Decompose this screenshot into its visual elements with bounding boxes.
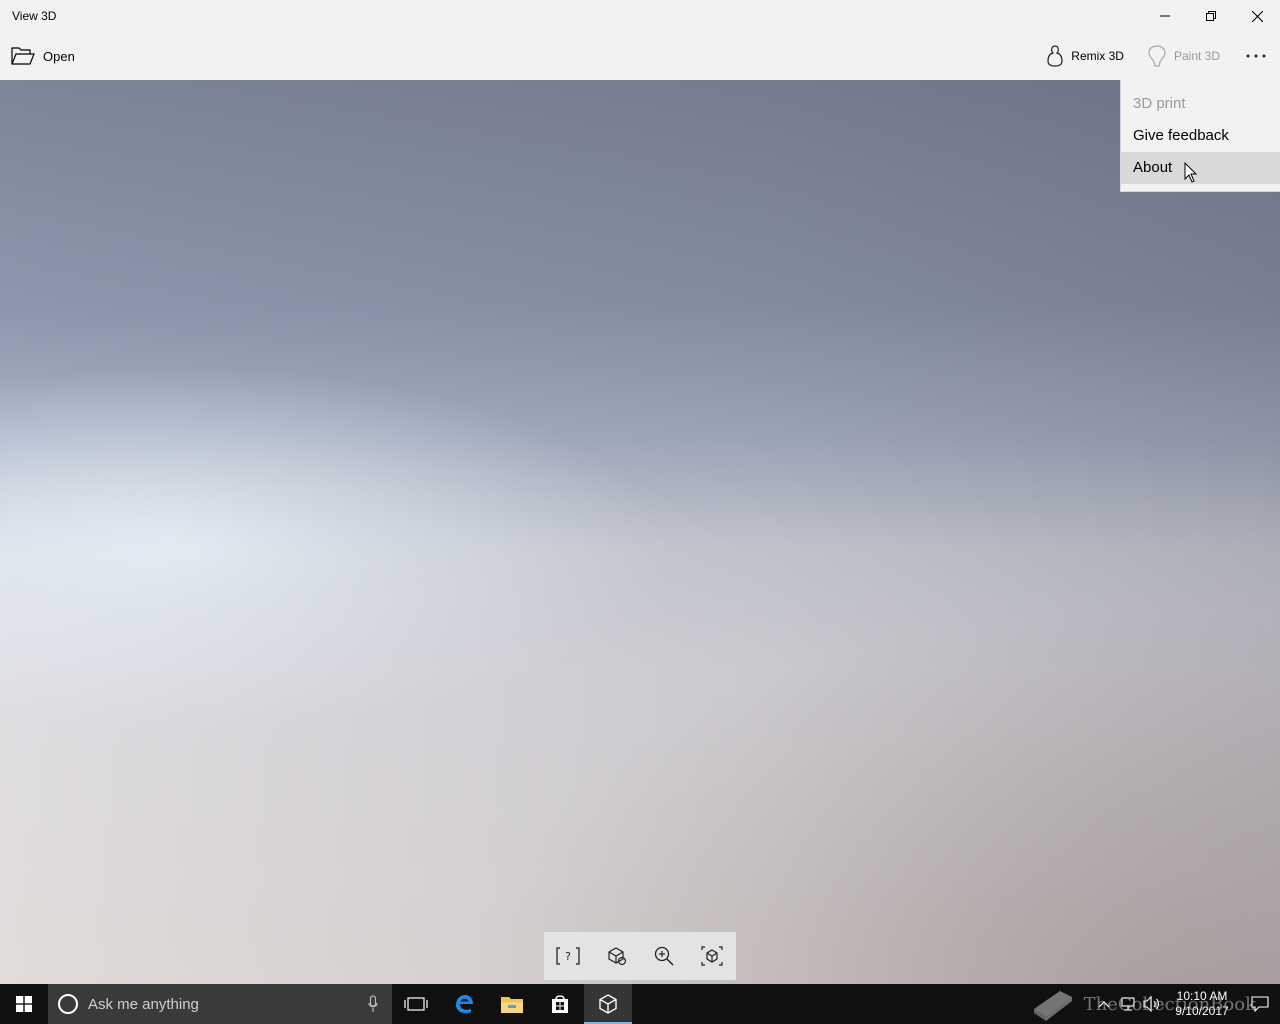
restore-icon	[1206, 11, 1216, 21]
volume-icon	[1143, 996, 1159, 1012]
clock-time: 10:10 AM	[1176, 989, 1228, 1003]
taskbar: Ask me anything 10:10 AM 9/10/2017	[0, 984, 1280, 1024]
view3d-taskbar-button[interactable]	[584, 984, 632, 1024]
menu-item-about[interactable]: About	[1121, 152, 1280, 184]
remix3d-icon	[1047, 45, 1063, 67]
svg-text:?: ?	[565, 950, 571, 963]
reset-view-button[interactable]	[692, 936, 732, 976]
more-button[interactable]	[1232, 32, 1280, 80]
viewport-toolbar: ?	[544, 932, 736, 980]
edge-button[interactable]	[440, 984, 488, 1024]
menu-item-3d-print[interactable]: 3D print	[1121, 88, 1280, 120]
microphone-icon[interactable]	[368, 995, 378, 1013]
zoom-icon	[654, 946, 674, 966]
mixed-reality-icon: ?	[556, 947, 580, 965]
minimize-icon	[1160, 15, 1170, 17]
folder-open-icon	[11, 47, 35, 65]
3d-viewport[interactable]: ?	[0, 80, 1280, 984]
network-button[interactable]	[1116, 984, 1140, 1024]
mixed-reality-button[interactable]: ?	[548, 936, 588, 976]
remix3d-label: Remix 3D	[1071, 49, 1124, 63]
open-label: Open	[43, 48, 75, 64]
command-bar-right: Remix 3D Paint 3D	[1035, 32, 1280, 80]
environment-button[interactable]	[596, 936, 636, 976]
store-button[interactable]	[536, 984, 584, 1024]
more-icon	[1246, 54, 1266, 58]
network-icon	[1121, 997, 1135, 1011]
store-icon	[552, 995, 568, 1013]
chevron-up-icon	[1098, 1001, 1110, 1008]
system-tray: 10:10 AM 9/10/2017	[1092, 984, 1280, 1024]
title-bar[interactable]: View 3D	[0, 0, 1280, 32]
paint3d-icon	[1148, 45, 1166, 67]
file-explorer-icon	[501, 997, 523, 1013]
paint3d-button[interactable]: Paint 3D	[1136, 32, 1232, 80]
clock[interactable]: 10:10 AM 9/10/2017	[1164, 989, 1240, 1019]
window-title: View 3D	[12, 9, 57, 23]
reset-view-icon	[701, 946, 723, 966]
view3d-icon	[599, 994, 617, 1014]
clock-date: 9/10/2017	[1175, 1004, 1229, 1018]
start-button[interactable]	[0, 984, 48, 1024]
show-hidden-icons-button[interactable]	[1092, 984, 1116, 1024]
zoom-button[interactable]	[644, 936, 684, 976]
window-controls	[1142, 0, 1280, 32]
close-icon	[1251, 10, 1263, 22]
mouse-cursor-icon	[1184, 162, 1198, 183]
overflow-menu: 3D print Give feedback About	[1120, 80, 1280, 192]
action-center-button[interactable]	[1240, 984, 1280, 1024]
task-view-icon	[404, 997, 428, 1011]
paint3d-label: Paint 3D	[1173, 49, 1220, 63]
file-explorer-button[interactable]	[488, 984, 536, 1024]
volume-button[interactable]	[1140, 984, 1164, 1024]
environment-icon	[608, 947, 627, 966]
notification-icon	[1251, 996, 1269, 1012]
restore-button[interactable]	[1188, 0, 1234, 32]
edge-icon	[456, 995, 473, 1014]
search-placeholder: Ask me anything	[88, 995, 199, 1013]
menu-item-give-feedback[interactable]: Give feedback	[1121, 120, 1280, 152]
search-box[interactable]: Ask me anything	[48, 984, 392, 1024]
command-bar: Open Remix 3D Paint 3D	[0, 32, 1280, 80]
cortana-icon	[58, 994, 78, 1014]
open-button[interactable]: Open	[11, 40, 81, 72]
minimize-button[interactable]	[1142, 0, 1188, 32]
remix3d-button[interactable]: Remix 3D	[1035, 32, 1136, 80]
windows-logo-icon	[16, 996, 32, 1012]
task-view-button[interactable]	[392, 984, 440, 1024]
close-button[interactable]	[1234, 0, 1280, 32]
